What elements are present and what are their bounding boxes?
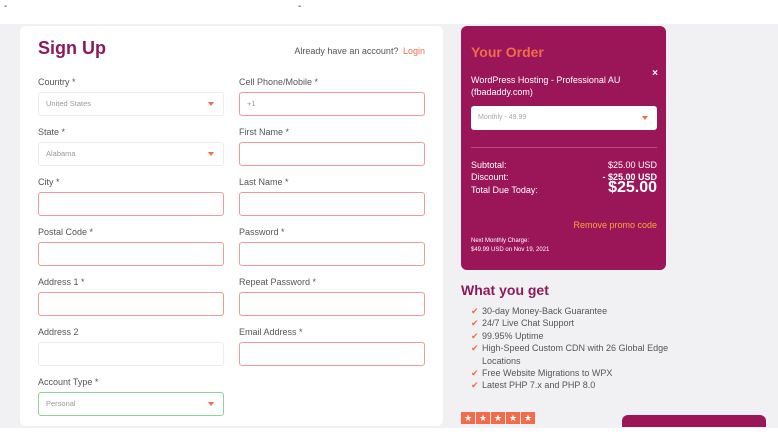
top-mark: - — [4, 1, 8, 12]
chevron-down-icon — [208, 102, 214, 106]
address2-input[interactable] — [38, 342, 224, 366]
city-label: City * — [38, 177, 60, 187]
account-type-field: Account Type * Personal — [38, 376, 224, 416]
address1-label: Address 1 * — [38, 277, 85, 287]
list-item: ✔ 24/7 Live Chat Support — [471, 318, 575, 329]
star-icon: ★ — [491, 412, 505, 424]
next-charge: Next Monthly Charge: $49.99 USD on Nov 1… — [471, 237, 549, 255]
billing-cycle-value: Monthly - 49.99 — [478, 114, 527, 121]
address2-label: Address 2 — [38, 327, 79, 337]
feature-list: ✔ 30-day Money-Back Guarantee ✔ 24/7 Live … — [471, 305, 671, 392]
email-input[interactable] — [239, 342, 425, 366]
divider — [471, 147, 657, 148]
cell-phone-field: Cell Phone/Mobile * +1 — [239, 76, 425, 116]
star-icon: ★ — [506, 412, 520, 424]
check-icon: ✔ — [471, 330, 479, 341]
country-label: Country * — [38, 77, 76, 87]
first-name-input[interactable] — [239, 142, 425, 166]
state-value: Alabama — [46, 149, 76, 158]
last-name-label: Last Name * — [239, 177, 289, 187]
postal-code-field: Postal Code * — [38, 226, 224, 266]
account-type-label: Account Type * — [38, 377, 99, 387]
list-item: ✔ Free Website Migrations to WPX — [471, 368, 613, 379]
top-mark: - — [298, 1, 302, 12]
star-icon: ★ — [521, 412, 535, 424]
password-input[interactable] — [239, 242, 425, 266]
signup-card: Sign Up Already have an account? Login C… — [20, 26, 443, 426]
close-icon[interactable]: × — [652, 68, 658, 79]
first-name-label: First Name * — [239, 127, 290, 137]
star-icon: ★ — [461, 412, 475, 424]
order-panel: Your Order × WordPress Hosting - Profess… — [461, 26, 666, 270]
subtotal-row: Subtotal: $25.00 USD — [471, 160, 657, 171]
last-name-field: Last Name * — [239, 176, 425, 216]
state-field: State * Alabama — [38, 126, 224, 166]
rating-stars: ★ ★ ★ ★ ★ — [461, 408, 536, 426]
total-label: Total Due Today: — [471, 185, 538, 195]
total-row: Total Due Today: $25.00 — [471, 179, 657, 196]
login-prompt: Already have an account? Login — [294, 46, 425, 56]
what-you-get-title: What you get — [461, 282, 549, 298]
list-item: ✔ High-Speed Custom CDN with 26 Global Ed… — [471, 343, 669, 366]
repeat-password-field: Repeat Password * — [239, 276, 425, 316]
total-value: $25.00 — [608, 179, 657, 196]
account-type-select[interactable]: Personal — [38, 392, 224, 416]
top-bar: - - — [0, 0, 778, 24]
postal-code-label: Postal Code * — [38, 227, 94, 237]
city-field: City * — [38, 176, 224, 216]
login-prompt-text: Already have an account? — [294, 46, 399, 56]
bottom-bar — [0, 428, 778, 444]
chevron-down-icon — [642, 116, 648, 120]
order-product: WordPress Hosting - Professional AU (fba… — [471, 75, 621, 97]
address2-field: Address 2 — [38, 326, 224, 366]
chevron-down-icon — [208, 152, 214, 156]
last-name-input[interactable] — [239, 192, 425, 216]
check-icon: ✔ — [471, 306, 479, 316]
state-label: State * — [38, 127, 66, 137]
account-type-value: Personal — [46, 399, 76, 408]
list-item: ✔ 99.95% Uptime — [471, 330, 544, 341]
billing-cycle-select[interactable]: Monthly - 49.99 — [471, 106, 657, 130]
city-input[interactable] — [38, 192, 224, 216]
address1-input[interactable] — [38, 292, 224, 316]
order-title: Your Order — [471, 44, 544, 60]
country-select[interactable]: United States — [38, 92, 224, 116]
password-field: Password * — [239, 226, 425, 266]
subtotal-value: $25.00 USD — [607, 160, 657, 170]
email-label: Email Address * — [239, 327, 303, 337]
check-icon: ✔ — [471, 380, 479, 391]
list-item: ✔ Latest PHP 7.x and PHP 8.0 — [471, 380, 596, 391]
check-icon: ✔ — [471, 318, 479, 329]
address1-field: Address 1 * — [38, 276, 224, 316]
first-name-field: First Name * — [239, 126, 425, 166]
subtotal-label: Subtotal: — [471, 160, 507, 170]
page-title: Sign Up — [38, 38, 106, 58]
country-field: Country * United States — [38, 76, 224, 116]
cell-phone-input[interactable]: +1 — [239, 92, 425, 116]
repeat-password-input[interactable] — [239, 292, 425, 316]
next-charge-value: $49.99 USD on Nov 19, 2021 — [471, 247, 550, 253]
country-value: United States — [46, 99, 92, 108]
cell-phone-label: Cell Phone/Mobile * — [239, 77, 319, 87]
star-icon: ★ — [476, 412, 490, 424]
postal-code-input[interactable] — [38, 242, 224, 266]
remove-promo-link[interactable]: Remove promo code — [573, 220, 657, 230]
password-label: Password * — [239, 227, 285, 237]
discount-label: Discount: — [471, 172, 509, 182]
check-icon: ✔ — [471, 343, 479, 354]
next-charge-label: Next Monthly Charge: — [471, 238, 530, 244]
list-item: ✔ 30-day Money-Back Guarantee — [471, 306, 608, 316]
chevron-down-icon — [208, 402, 214, 406]
repeat-password-label: Repeat Password * — [239, 277, 317, 287]
email-field: Email Address * — [239, 326, 425, 366]
checkout-button[interactable] — [622, 415, 766, 427]
check-icon: ✔ — [471, 368, 479, 379]
state-select[interactable]: Alabama — [38, 142, 224, 166]
login-link[interactable]: Login — [403, 46, 425, 56]
